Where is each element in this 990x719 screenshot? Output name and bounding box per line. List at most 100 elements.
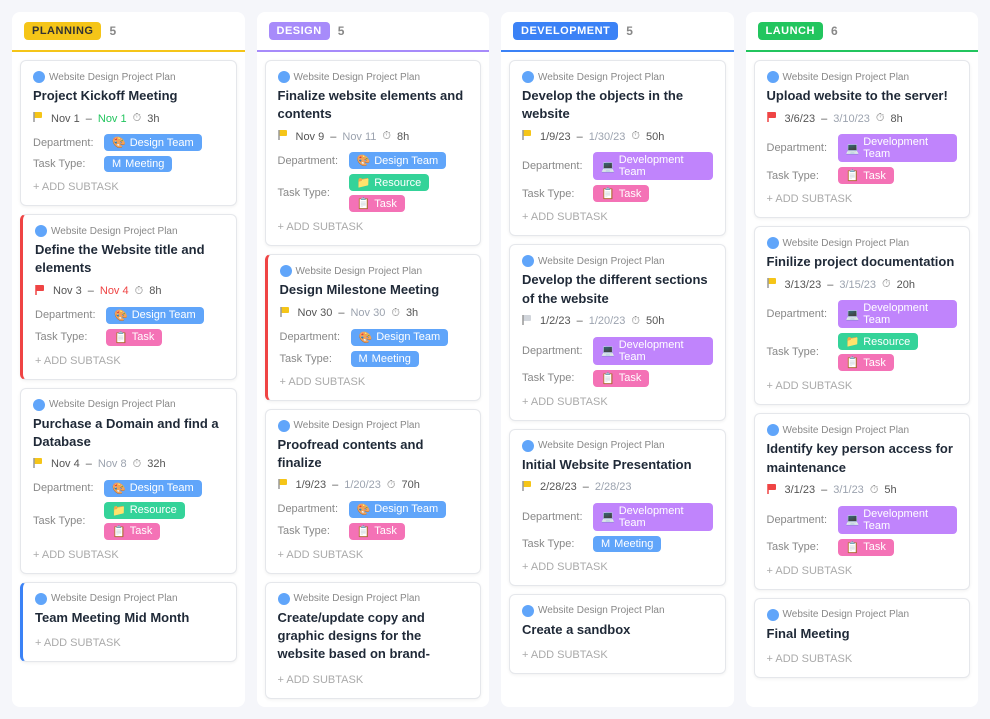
- add-subtask-button[interactable]: + ADD SUBTASK: [33, 545, 224, 563]
- task-card[interactable]: Website Design Project PlanIdentify key …: [754, 413, 971, 589]
- add-subtask-button[interactable]: + ADD SUBTASK: [767, 376, 958, 394]
- department-tag-icon: 🎨: [357, 503, 371, 516]
- task-card[interactable]: Website Design Project PlanUpload websit…: [754, 60, 971, 218]
- card-dates: 3/13/23 – 3/15/23⏱20h: [767, 277, 958, 292]
- cards-container: Website Design Project Plan Project Kicko…: [12, 52, 245, 707]
- card-dates: 1/9/23 – 1/30/23⏱50h: [522, 129, 713, 144]
- add-subtask-button[interactable]: + ADD SUBTASK: [522, 207, 713, 225]
- card-project: Website Design Project Plan: [767, 237, 958, 249]
- task-card[interactable]: Website Design Project PlanInitial Websi…: [509, 429, 726, 586]
- department-tag-text: Design Team: [130, 137, 194, 149]
- task-type-label: Task Type:: [522, 538, 587, 550]
- clock-icon: ⏱: [133, 112, 142, 125]
- duration: 32h: [147, 458, 165, 470]
- card-project: Website Design Project Plan: [767, 424, 958, 436]
- card-dates: Nov 4 – Nov 8⏱32h: [33, 457, 224, 472]
- project-icon: [767, 424, 779, 436]
- task-card[interactable]: Website Design Project PlanPurchase a Do…: [20, 388, 237, 574]
- card-dates: Nov 3 – Nov 4⏱8h: [35, 284, 224, 299]
- task-type-icon: 📋: [601, 372, 615, 385]
- department-tag: 🎨Design Team: [104, 480, 202, 497]
- task-type-text: Task: [863, 170, 886, 182]
- task-card[interactable]: Website Design Project PlanFinilize proj…: [754, 226, 971, 405]
- task-type-icon: 📁: [357, 176, 371, 189]
- project-name: Website Design Project Plan: [783, 72, 910, 83]
- card-project: Website Design Project Plan: [35, 593, 224, 605]
- task-type-label: Task Type:: [522, 188, 587, 200]
- task-type-tags: 📋Task: [838, 167, 894, 184]
- task-card[interactable]: Website Design Project PlanDevelop the o…: [509, 60, 726, 236]
- column-count: 6: [831, 24, 838, 38]
- add-subtask-button[interactable]: + ADD SUBTASK: [767, 561, 958, 579]
- task-type-label: Task Type:: [35, 331, 100, 343]
- task-type-tag: MMeeting: [351, 351, 419, 367]
- add-subtask-button[interactable]: + ADD SUBTASK: [278, 545, 469, 563]
- card-title: Design Milestone Meeting: [280, 281, 469, 299]
- project-icon: [280, 265, 292, 277]
- date-start: 1/9/23: [296, 479, 327, 491]
- date-start: Nov 30: [298, 307, 333, 319]
- task-card[interactable]: Website Design Project PlanDevelop the d…: [509, 244, 726, 420]
- department-tag-text: Design Team: [132, 309, 196, 321]
- column-label: LAUNCH: [758, 22, 823, 40]
- task-type-field: Task Type:📁Resource📋Task: [278, 174, 469, 212]
- date-start: 2/28/23: [540, 481, 577, 493]
- add-subtask-button[interactable]: + ADD SUBTASK: [522, 392, 713, 410]
- card-dates: Nov 30 – Nov 30⏱3h: [280, 306, 469, 321]
- project-name: Website Design Project Plan: [49, 399, 176, 410]
- column-header: PLANNING5: [12, 12, 245, 52]
- add-subtask-button[interactable]: + ADD SUBTASK: [35, 633, 224, 651]
- task-card[interactable]: Website Design Project PlanDesign Milest…: [265, 254, 482, 400]
- project-name: Website Design Project Plan: [294, 72, 421, 83]
- clock-icon: ⏱: [882, 278, 891, 291]
- add-subtask-button[interactable]: + ADD SUBTASK: [278, 670, 469, 688]
- department-tag-text: Design Team: [374, 503, 438, 515]
- date-end: 1/20/23: [589, 315, 626, 327]
- add-subtask-button[interactable]: + ADD SUBTASK: [767, 189, 958, 207]
- task-card[interactable]: Website Design Project PlanFinal Meeting…: [754, 598, 971, 678]
- department-tag-text: Design Team: [374, 155, 438, 167]
- project-icon: [35, 593, 47, 605]
- task-card[interactable]: Website Design Project PlanProject Kicko…: [20, 60, 237, 206]
- project-name: Website Design Project Plan: [294, 593, 421, 604]
- task-type-icon: M: [112, 158, 121, 170]
- task-type-text: Meeting: [372, 353, 411, 365]
- duration: 50h: [646, 131, 664, 143]
- project-icon: [35, 225, 47, 237]
- priority-flag: [33, 111, 45, 126]
- date-separator: –: [86, 113, 92, 125]
- task-type-label: Task Type:: [280, 353, 345, 365]
- add-subtask-button[interactable]: + ADD SUBTASK: [280, 372, 469, 390]
- card-title: Project Kickoff Meeting: [33, 87, 224, 105]
- card-title: Create/update copy and graphic designs f…: [278, 609, 469, 664]
- add-subtask-button[interactable]: + ADD SUBTASK: [278, 217, 469, 235]
- task-type-field: Task Type: MMeeting: [522, 536, 713, 552]
- task-card[interactable]: Website Design Project PlanFinalize webs…: [265, 60, 482, 246]
- add-subtask-button[interactable]: + ADD SUBTASK: [33, 177, 224, 195]
- department-tag-text: Design Team: [130, 482, 194, 494]
- task-card[interactable]: Website Design Project PlanProofread con…: [265, 409, 482, 574]
- clock-icon: ⏱: [631, 130, 640, 143]
- task-card[interactable]: Website Design Project PlanTeam Meeting …: [20, 582, 237, 662]
- task-type-tags: MMeeting: [593, 536, 661, 552]
- add-subtask-button[interactable]: + ADD SUBTASK: [522, 557, 713, 575]
- project-icon: [767, 609, 779, 621]
- add-subtask-button[interactable]: + ADD SUBTASK: [35, 351, 224, 369]
- department-tag-icon: 💻: [601, 160, 615, 173]
- task-type-tags: 📋Task: [838, 539, 894, 556]
- department-field: Department:🎨Design Team: [33, 480, 224, 497]
- card-project: Website Design Project Plan: [522, 605, 713, 617]
- priority-flag: [278, 129, 290, 144]
- add-subtask-button[interactable]: + ADD SUBTASK: [522, 645, 713, 663]
- duration: 5h: [884, 484, 896, 496]
- task-card[interactable]: Website Design Project Plan Create/update…: [265, 582, 482, 699]
- duration: 3h: [406, 307, 418, 319]
- date-end: Nov 30: [350, 307, 385, 319]
- task-card[interactable]: Website Design Project PlanDefine the We…: [20, 214, 237, 379]
- department-label: Department:: [767, 514, 832, 526]
- cards-container: Website Design Project PlanDevelop the o…: [501, 52, 734, 707]
- add-subtask-button[interactable]: + ADD SUBTASK: [767, 649, 958, 667]
- task-type-text: Task: [374, 198, 397, 210]
- task-card[interactable]: Website Design Project PlanCreate a sand…: [509, 594, 726, 674]
- department-tag: 💻Development Team: [838, 134, 958, 162]
